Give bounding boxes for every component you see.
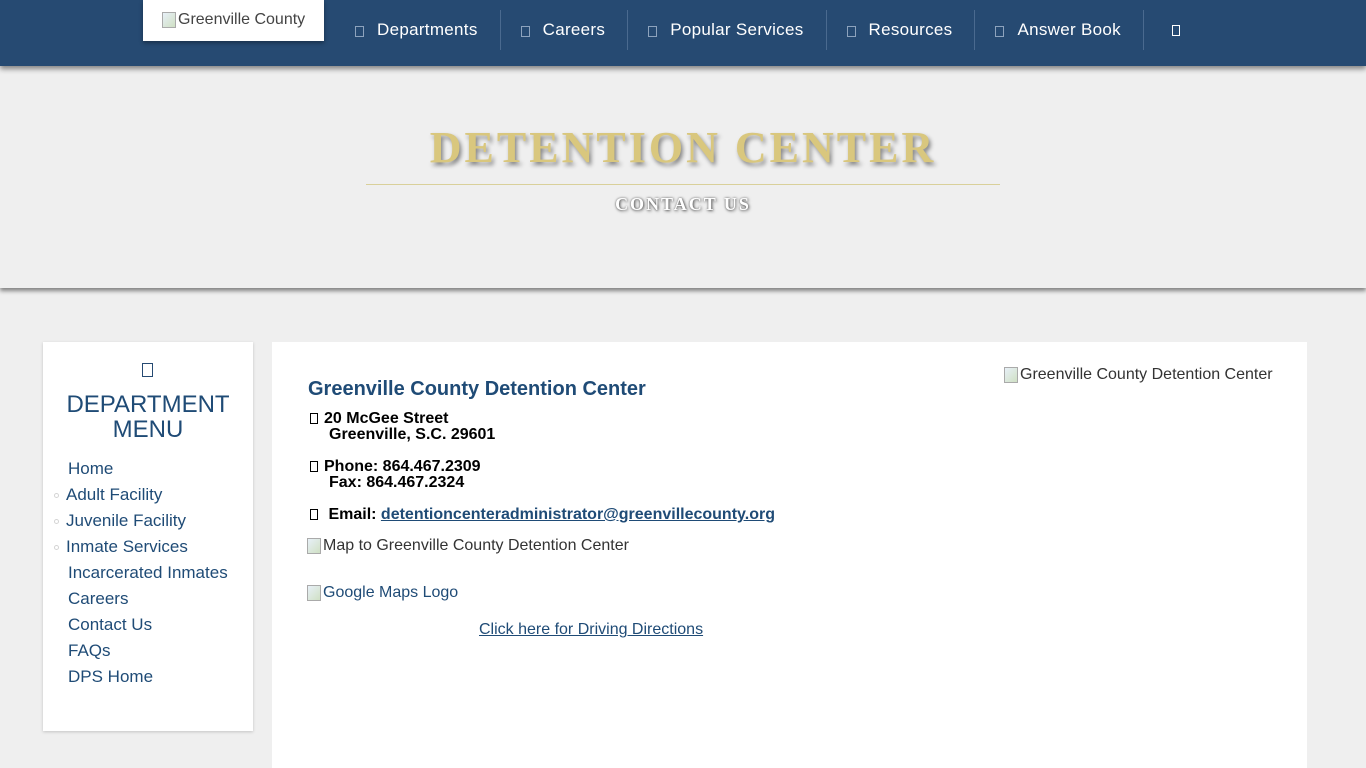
menu-title-line1: DEPARTMENT [66,391,230,418]
site-logo-link[interactable]: Greenville County [143,0,324,41]
email-line: Email: detentioncenteradministrator@gree… [310,506,775,524]
department-menu-list: Home Adult Facility Juvenile Facility In… [43,456,253,690]
menu-item-contact-us[interactable]: Contact Us [43,612,253,638]
map-image-link[interactable]: Map to Greenville County Detention Cente… [307,537,629,555]
broken-image-icon [307,585,321,601]
image-alt-text: Map to Greenville County Detention Cente… [323,537,629,554]
menu-item-careers[interactable]: Careers [43,586,253,612]
main-nav: Departments Careers Popular Services Res… [335,10,1180,50]
book-icon [995,26,1005,37]
expand-dot-icon [54,519,59,524]
building-image: Greenville County Detention Center [1004,366,1273,384]
nav-label: Answer Book [1017,20,1121,39]
menu-item-inmate-services[interactable]: Inmate Services [43,534,253,560]
folder-icon [846,26,856,37]
top-navigation-bar: Greenville County Departments Careers Po… [0,0,1366,66]
broken-image-icon [162,12,176,28]
star-icon [648,26,658,37]
menu-item-incarcerated-inmates[interactable]: Incarcerated Inmates [43,560,253,586]
nav-departments[interactable]: Departments [335,10,501,50]
page-banner: DETENTION CENTER CONTACT US [0,66,1366,288]
page-subtitle: CONTACT US [615,194,751,214]
menu-item-home[interactable]: Home [43,456,253,482]
main-content: Greenville County Detention Center 20 Mc… [272,342,1307,768]
page-title: DETENTION CENTER [429,123,937,172]
nav-label: Careers [542,20,606,39]
facility-name: Greenville County Detention Center [308,378,646,400]
department-menu: DEPARTMENT MENU Home Adult Facility Juve… [43,342,253,731]
menu-item-adult-facility[interactable]: Adult Facility [43,482,253,508]
menu-item-faqs[interactable]: FAQs [43,638,253,664]
logo-alt-text: Greenville County [178,11,306,28]
nav-resources[interactable]: Resources [827,10,976,50]
expand-dot-icon [54,493,59,498]
phone-number: Phone: 864.467.2309 [324,458,481,475]
email-label: Email: [328,506,377,523]
menu-item-label: Juvenile Facility [66,511,186,530]
menu-item-label: Adult Facility [66,485,163,504]
menu-item-juvenile-facility[interactable]: Juvenile Facility [43,508,253,534]
nav-label: Popular Services [670,20,804,39]
menu-item-dps-home[interactable]: DPS Home [43,664,253,690]
fax-line: Fax: 864.467.2324 [329,474,465,491]
broken-image-icon [307,538,321,554]
google-maps-logo-link[interactable]: Google Maps Logo [307,584,458,602]
image-alt-text: Google Maps Logo [323,584,459,601]
envelope-icon [310,509,318,520]
address-line-2: Greenville, S.C. 29601 [329,426,496,443]
menu-title-line2: MENU [112,416,184,443]
building-icon [355,26,364,37]
map-marker-icon [310,413,318,424]
nav-popular-services[interactable]: Popular Services [628,10,827,50]
briefcase-icon [520,26,530,37]
nav-label: Resources [868,20,953,39]
banner-divider [366,184,1000,185]
phone-icon [310,461,318,472]
menu-item-label: Inmate Services [66,537,188,556]
nav-careers[interactable]: Careers [501,10,629,50]
menu-icon [142,363,153,377]
logo-image: Greenville County [162,11,305,29]
driving-directions-link[interactable]: Click here for Driving Directions [479,621,703,639]
address-street: 20 McGee Street [324,410,449,427]
search-button[interactable] [1144,10,1180,50]
nav-answer-book[interactable]: Answer Book [975,10,1144,50]
search-icon [1171,24,1180,36]
nav-label: Departments [377,20,478,39]
expand-dot-icon [54,545,59,550]
image-alt-text: Greenville County Detention Center [1020,366,1273,383]
broken-image-icon [1004,367,1018,383]
department-menu-title: DEPARTMENT MENU [43,392,253,442]
email-link[interactable]: detentioncenteradministrator@greenvillec… [381,506,775,523]
